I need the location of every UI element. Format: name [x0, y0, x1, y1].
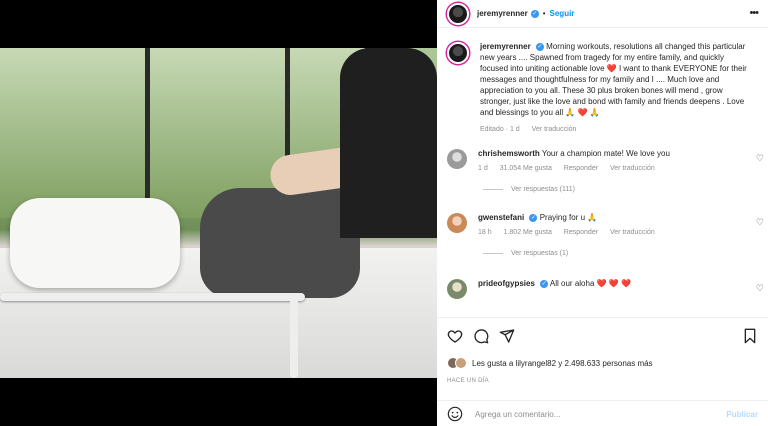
comment-text: Praying for u 🙏 — [539, 213, 598, 222]
reply-button[interactable]: Responder — [564, 229, 598, 236]
follow-button[interactable]: Seguir — [550, 9, 575, 18]
avatar[interactable] — [447, 2, 469, 25]
pillow — [10, 198, 180, 288]
likes-text: Les gusta a lilyrangel82 y 2.498.633 per… — [472, 358, 653, 368]
view-replies-button[interactable]: Ver respuestas (111) — [483, 186, 768, 193]
comment: prideofgypsies ✓ All our aloha ❤️ ❤️ ❤️ … — [437, 279, 768, 299]
verified-badge-icon: ✓ — [540, 279, 549, 288]
share-icon[interactable] — [499, 328, 515, 344]
comment-text: All our aloha ❤️ ❤️ ❤️ — [549, 279, 631, 288]
comment: gwenstefani ✓ Praying for u 🙏 18 h 1.802… — [437, 213, 768, 236]
see-translation-link[interactable]: Ver traducción — [610, 229, 655, 236]
post-actions: Les gusta a lilyrangel82 y 2.498.633 per… — [437, 317, 768, 426]
see-translation-link[interactable]: Ver traducción — [610, 165, 655, 172]
post-caption: jeremyrenner ✓ Morning workouts, resolut… — [437, 29, 768, 135]
comment-username[interactable]: chrishemsworth — [478, 149, 540, 158]
reply-button[interactable]: Responder — [564, 165, 598, 172]
avatar[interactable] — [447, 213, 467, 233]
comment-username[interactable]: gwenstefani — [478, 213, 524, 222]
comment: chrishemsworth Your a champion mate! We … — [437, 149, 768, 172]
avatar[interactable] — [447, 149, 467, 169]
username[interactable]: jeremyrenner — [477, 9, 528, 18]
emoji-icon[interactable] — [447, 406, 463, 422]
bed-rail-post — [290, 293, 298, 378]
patient — [200, 188, 360, 298]
verified-badge-icon: ✓ — [530, 9, 539, 18]
comment-input[interactable]: Agrega un comentario... — [475, 410, 726, 419]
heart-icon[interactable]: ♡ — [756, 153, 764, 164]
likes-summary[interactable]: Les gusta a lilyrangel82 y 2.498.633 per… — [447, 357, 653, 369]
divider — [483, 189, 503, 190]
add-comment-bar: Agrega un comentario... Publicar — [437, 400, 768, 426]
comments-scroll[interactable]: jeremyrenner ✓ Morning workouts, resolut… — [437, 29, 768, 317]
view-replies-button[interactable]: Ver respuestas (1) — [483, 250, 768, 257]
see-translation-link[interactable]: Ver traducción — [532, 126, 577, 133]
window — [0, 48, 150, 218]
separator-dot: • — [542, 9, 546, 18]
comment-age: 18 h — [478, 229, 492, 236]
avatar[interactable] — [447, 279, 467, 299]
divider — [483, 253, 503, 254]
comment-likes[interactable]: 1.802 Me gusta — [504, 229, 552, 236]
avatar[interactable] — [447, 42, 469, 64]
view-replies-label: Ver respuestas (1) — [511, 250, 569, 257]
helper-person — [340, 48, 437, 238]
post-sidebar: jeremyrenner ✓ • Seguir ••• jeremyrenner… — [437, 0, 768, 426]
caption-text: Morning workouts, resolutions all change… — [480, 42, 747, 117]
post-header: jeremyrenner ✓ • Seguir ••• — [437, 0, 768, 28]
comment-username[interactable]: prideofgypsies — [478, 279, 535, 288]
view-replies-label: Ver respuestas (111) — [511, 186, 575, 193]
comment-icon[interactable] — [473, 328, 489, 344]
verified-badge-icon: ✓ — [529, 213, 538, 222]
avatar — [455, 357, 467, 369]
bookmark-icon[interactable] — [742, 328, 758, 344]
bed-rail — [0, 293, 305, 301]
more-icon[interactable]: ••• — [749, 7, 759, 19]
heart-icon[interactable]: ♡ — [756, 217, 764, 228]
post-comment-button[interactable]: Publicar — [726, 410, 758, 419]
like-icon[interactable] — [447, 328, 463, 344]
post-photo[interactable] — [0, 48, 437, 378]
verified-badge-icon: ✓ — [535, 42, 544, 51]
comment-age: 1 d — [478, 165, 488, 172]
edited-label: Editado · 1 d — [480, 126, 520, 133]
post-timestamp[interactable]: HACE UN DÍA — [447, 378, 489, 384]
caption-username[interactable]: jeremyrenner — [480, 42, 531, 51]
post-media — [0, 0, 437, 426]
heart-icon[interactable]: ♡ — [756, 283, 764, 294]
comment-likes[interactable]: 31.054 Me gusta — [500, 165, 552, 172]
comment-text: Your a champion mate! We love you — [541, 149, 670, 158]
